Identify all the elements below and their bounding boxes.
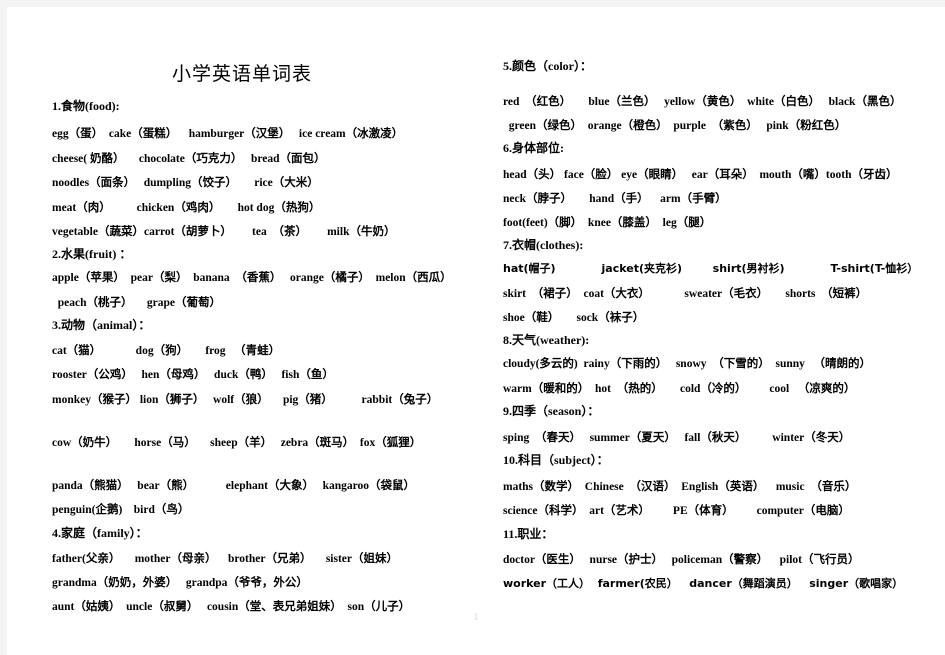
left-word-line: father(父亲） mother（母亲） brother（兄弟） sister…: [52, 553, 399, 565]
right-section-heading: 5.颜色（color）：: [503, 59, 592, 73]
right-section-heading: 7.衣帽(clothes):: [503, 238, 584, 252]
right-section-heading: 9.四季（season）：: [503, 404, 600, 418]
left-word-line: noodles（面条） dumpling（饺子） rice（大米）: [52, 177, 319, 189]
left-section-heading: 2.水果(fruit) ：: [52, 247, 132, 261]
right-section-heading: 6.身体部位:: [503, 141, 564, 155]
left-word-line: grandma（奶奶，外婆） grandpa（爷爷，外公）: [52, 577, 308, 589]
left-section-heading: 4.家庭（family）：: [52, 526, 148, 540]
right-section-heading: 8.天气(weather):: [503, 333, 590, 347]
right-word-line: foot(feet)（脚） knee（膝盖） leg（腿）: [503, 217, 712, 229]
left-word-line: cat（猫） dog（狗） frog （青蛙）: [52, 345, 281, 357]
left-word-line: vegetable（蔬菜）carrot（胡萝卜） tea （茶） milk（牛奶…: [52, 226, 396, 238]
left-word-line: egg（蛋） cake（蛋糕） hamburger（汉堡） ice cream（…: [52, 128, 404, 140]
left-section-heading: 3.动物（animal）：: [52, 318, 151, 332]
right-word-line: green（绿色） orange（橙色） purple （紫色） pink（粉红…: [503, 120, 847, 132]
left-word-line: cow（奶牛） horse（马） sheep（羊） zebra（斑马） fox（…: [52, 437, 422, 449]
left-word-line: apple（苹果） pear（梨） banana （香蕉） orange（橘子）…: [52, 272, 452, 284]
right-word-line: hat(帽子) jacket(夹克衫) shirt(男衬衫) T-shirt(T…: [503, 262, 919, 275]
right-word-line: doctor（医生） nurse（护士） policeman（警察） pilot…: [503, 554, 860, 566]
left-word-line: rooster（公鸡） hen（母鸡） duck（鸭） fish（鱼）: [52, 369, 334, 381]
right-word-line: maths（数学） Chinese （汉语） English（英语） music…: [503, 481, 857, 493]
right-section-heading: 11.职业：: [503, 527, 554, 541]
left-word-line: cheese( 奶酪） chocolate（巧克力） bread（面包）: [52, 153, 326, 165]
right-word-line: cloudy(多云的) rainy（下雨的） snowy （下雪的） sunny…: [503, 358, 872, 370]
right-section-heading: 10.科目（subject）：: [503, 453, 609, 467]
right-word-line: neck（脖子） hand（手） arm（手臂）: [503, 193, 727, 205]
left-word-line: panda（熊猫） bear（熊） elephant（大象） kangaroo（…: [52, 480, 416, 492]
right-word-line: shoe（鞋） sock（袜子）: [503, 312, 645, 324]
right-word-line: head（头） face（脸） eye（眼睛） ear（耳朵） mouth（嘴）…: [503, 169, 898, 181]
right-word-line: sping （春天） summer（夏天） fall（秋天） winter（冬天…: [503, 432, 851, 444]
left-word-line: penguin(企鹅) bird（鸟）: [52, 504, 190, 516]
right-word-line: worker（工人） farmer(农民） dancer（舞蹈演员） singe…: [503, 577, 904, 590]
left-word-line: peach（桃子） grape（葡萄）: [52, 297, 221, 309]
page-title: 小学英语单词表: [171, 63, 312, 85]
document-page: 小学英语单词表 1.食物(food): egg（蛋） cake（蛋糕） hambu…: [7, 7, 945, 655]
right-word-line: skirt （裙子） coat（大衣） sweater（毛衣） shorts （…: [503, 288, 868, 300]
left-word-line: meat（肉） chicken（鸡肉） hot dog（热狗）: [52, 202, 321, 214]
left-section-heading: 1.食物(food):: [52, 99, 120, 113]
right-word-line: red （红色） blue（兰色） yellow（黄色） white（白色） b…: [503, 96, 902, 108]
left-word-line: monkey（猴子） lion（狮子） wolf（狼） pig（猪） rabbi…: [52, 394, 439, 406]
right-word-line: science（科学） art（艺术） PE（体育） computer（电脑）: [503, 505, 850, 517]
page-number: 1: [473, 612, 479, 623]
right-word-line: warm（暖和的） hot （热的） cold（冷的） cool （凉爽的）: [503, 383, 856, 395]
